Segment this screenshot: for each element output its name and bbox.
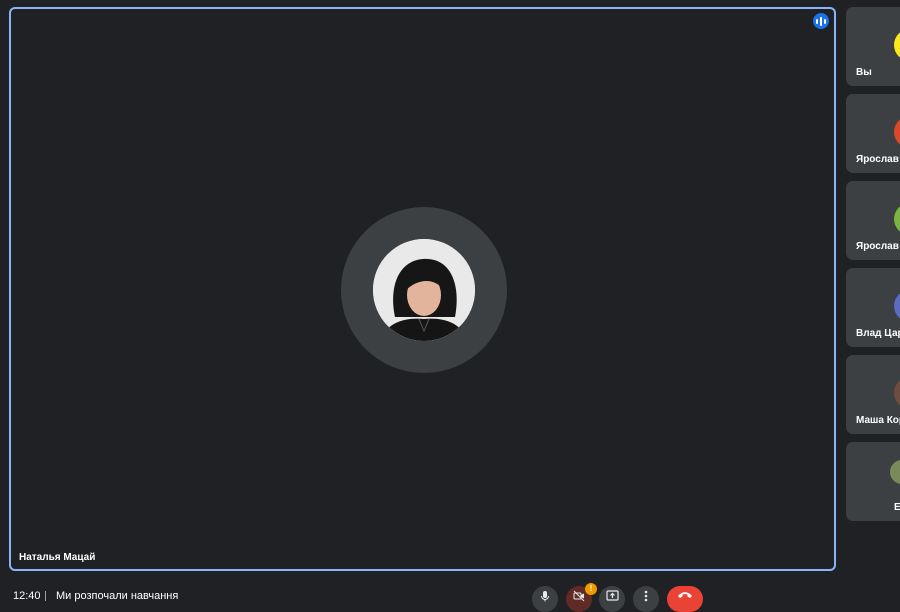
avatar xyxy=(894,29,900,61)
microphone-icon xyxy=(541,591,549,602)
speaking-indicator-icon xyxy=(813,13,829,29)
camera-off-icon xyxy=(573,590,585,602)
main-participant-name: Наталья Мацай xyxy=(19,552,96,563)
end-call-button[interactable] xyxy=(667,586,703,612)
avatar xyxy=(894,290,900,322)
participant-name: Ярослав Б xyxy=(856,154,900,165)
participant-name: Маша Кор xyxy=(856,415,900,426)
participant-tile-self[interactable]: Вы xyxy=(846,7,900,86)
participant-name: Влад Цар xyxy=(856,328,900,339)
speaker-avatar xyxy=(373,239,475,341)
bottom-control-bar: 12:40 Ми розпочали навчання ! xyxy=(0,582,900,612)
avatar xyxy=(894,203,900,235)
end-call-icon xyxy=(678,592,692,598)
main-participant-tile[interactable]: Наталья Мацай xyxy=(9,7,836,571)
participant-tile[interactable]: Ярослав Б xyxy=(846,94,900,173)
more-options-button[interactable] xyxy=(633,586,659,612)
avatar xyxy=(894,116,900,148)
participant-tile[interactable]: Е xyxy=(846,442,900,521)
speaker-avatar-ring xyxy=(341,207,507,373)
participant-tile[interactable]: Влад Цар xyxy=(846,268,900,347)
participant-tile[interactable]: Маша Кор xyxy=(846,355,900,434)
more-vert-icon xyxy=(644,590,648,602)
clock: 12:40 xyxy=(13,590,41,602)
present-screen-icon xyxy=(605,590,619,601)
participant-name: Е xyxy=(894,502,900,513)
present-screen-button[interactable] xyxy=(599,586,625,612)
meeting-title: Ми розпочали навчання xyxy=(56,590,179,602)
camera-button[interactable]: ! xyxy=(566,583,597,612)
camera-alert-badge: ! xyxy=(585,583,597,595)
participant-name: Вы xyxy=(856,67,872,78)
participant-name: Ярослав К xyxy=(856,241,900,252)
avatar xyxy=(890,460,900,484)
avatar xyxy=(894,377,900,409)
microphone-button[interactable] xyxy=(532,586,558,612)
participant-tile[interactable]: Ярослав К xyxy=(846,181,900,260)
